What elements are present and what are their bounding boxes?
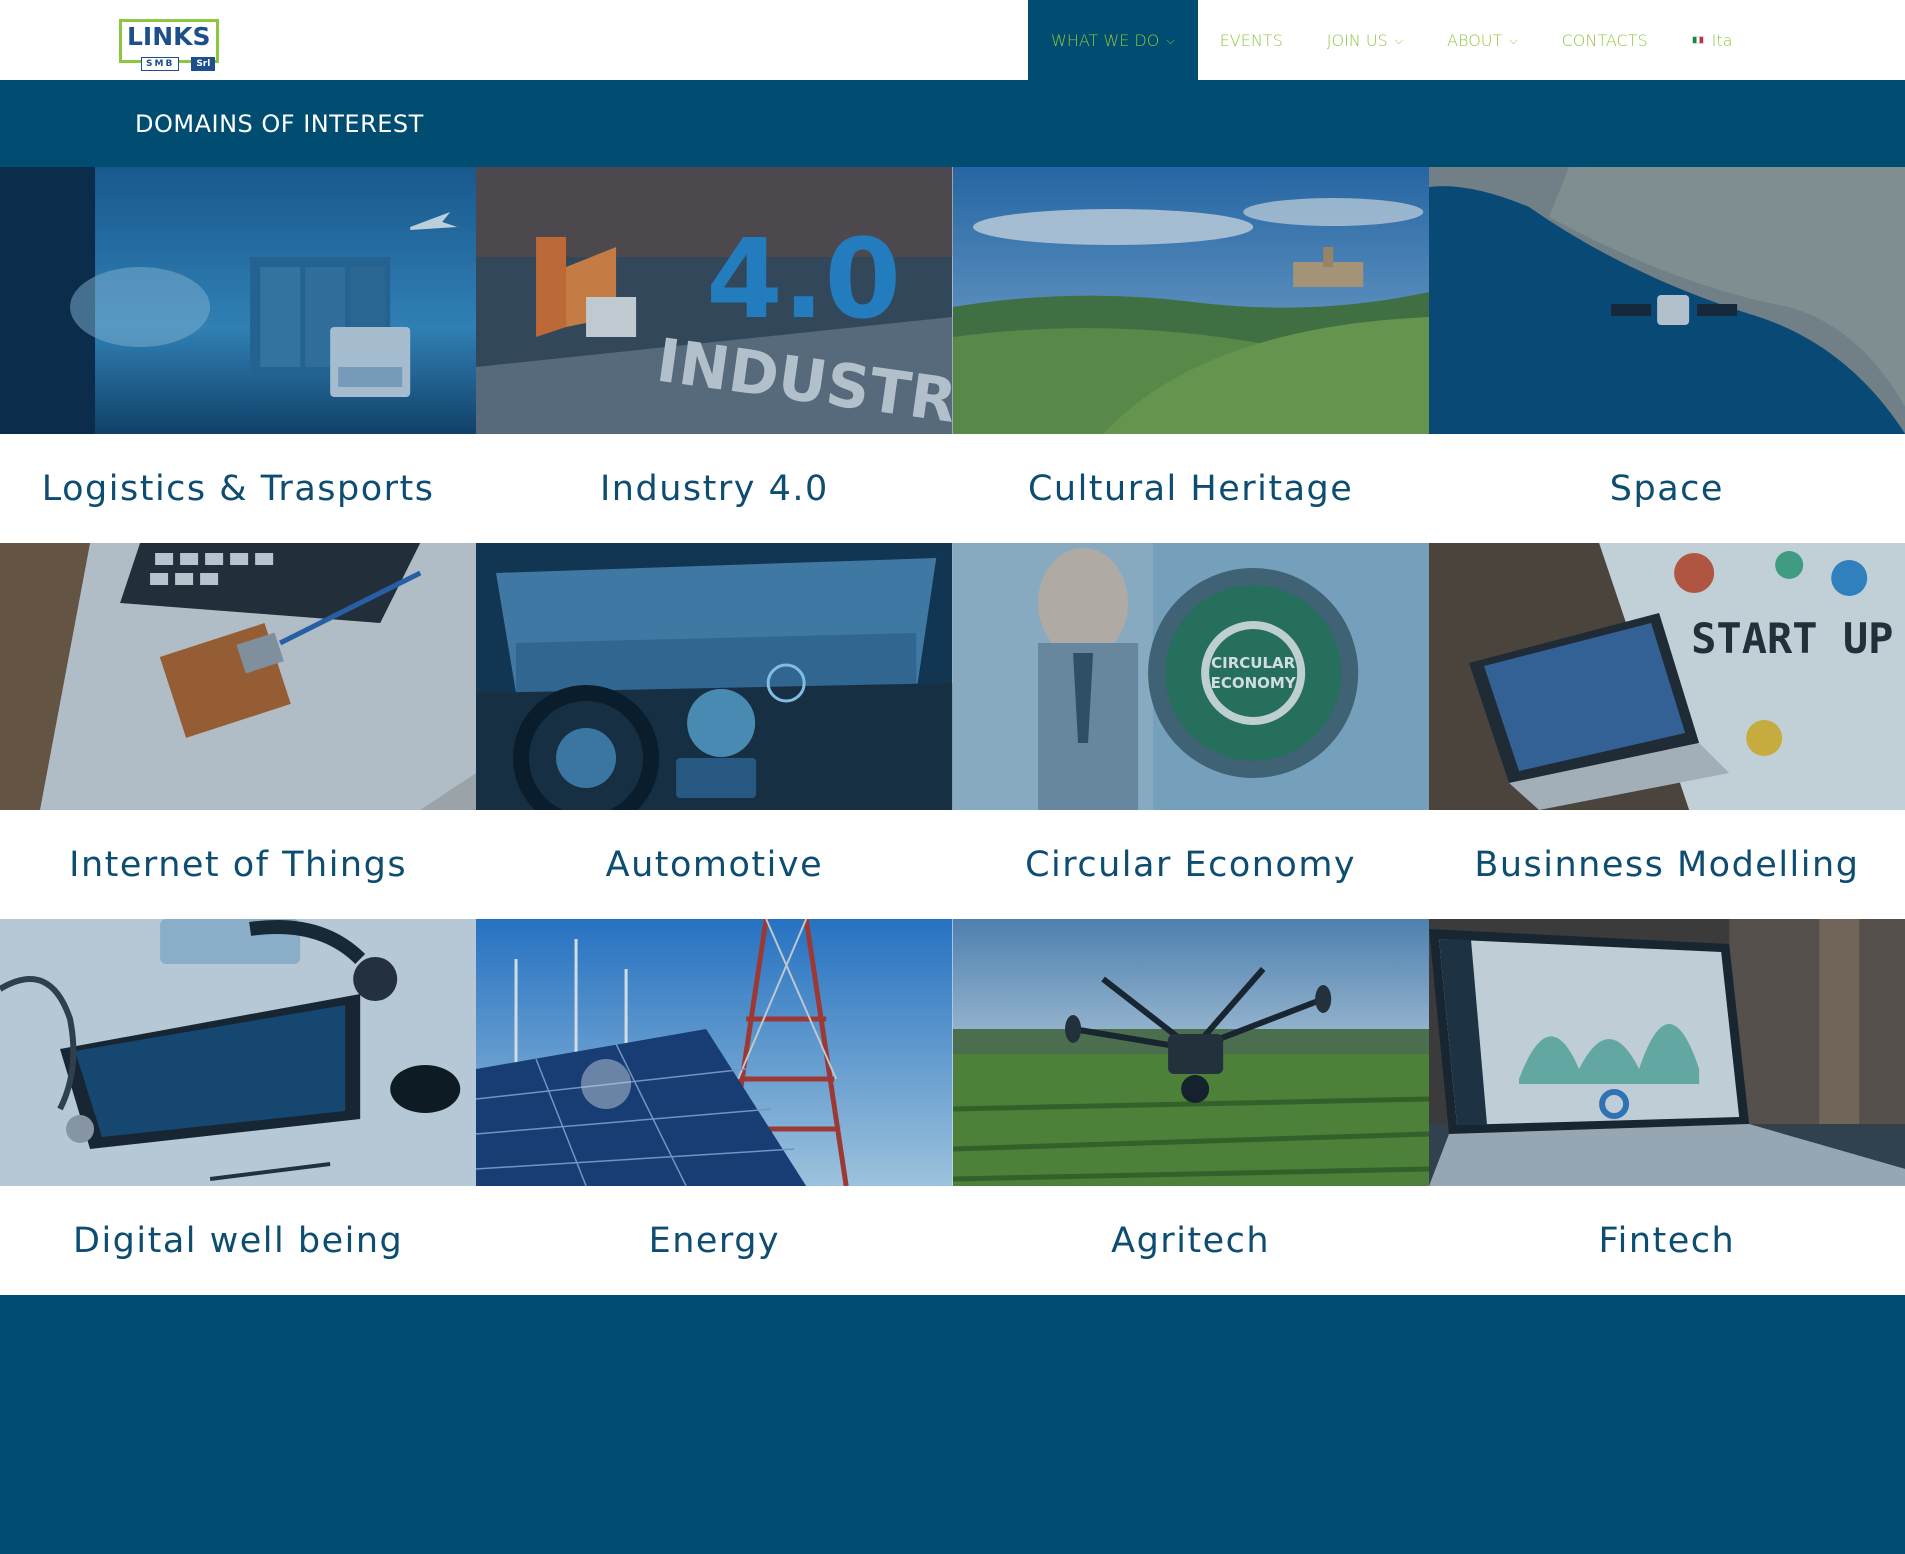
nav-item-label: JOIN US xyxy=(1326,30,1388,50)
nav-item-label: ABOUT xyxy=(1447,30,1503,50)
image-tint-overlay xyxy=(952,543,1429,810)
language-label: Ita xyxy=(1711,30,1733,50)
medical-tablet-photo xyxy=(0,919,477,1186)
startup-photo: START UP xyxy=(1428,543,1905,810)
drone-photo xyxy=(952,919,1429,1186)
domain-label: Space xyxy=(1609,468,1724,509)
vineyard-photo xyxy=(952,167,1429,434)
page-title: DOMAINS OF INTEREST xyxy=(135,110,424,138)
domain-label: Logistics & Trasports xyxy=(41,468,435,509)
logistics-photo xyxy=(0,167,477,434)
nav-item-what-we-do[interactable]: WHAT WE DO ⌵ xyxy=(1028,0,1198,80)
logo-wordmark: LINKS xyxy=(127,22,211,51)
language-switch[interactable]: Ita xyxy=(1670,0,1755,80)
domain-card-digital-well-being[interactable]: Digital well being xyxy=(0,919,477,1295)
domain-label: Digital well being xyxy=(73,1220,404,1261)
satellite-photo xyxy=(1428,167,1905,434)
nav-item-about[interactable]: ABOUT ⌵ xyxy=(1425,0,1540,80)
domain-card-space[interactable]: Space xyxy=(1428,167,1905,543)
domain-card-business-modelling[interactable]: START UP Businness Modelling xyxy=(1428,543,1905,919)
nav-item-contacts[interactable]: CONTACTS xyxy=(1540,0,1670,80)
domain-label: Internet of Things xyxy=(69,844,408,885)
image-tint-overlay xyxy=(0,167,477,434)
site-header: LINKS SMB Srl WHAT WE DO ⌵ EVENTS JOIN U… xyxy=(0,0,1905,80)
chevron-down-icon: ⌵ xyxy=(1166,34,1175,47)
car-dashboard-photo xyxy=(476,543,953,810)
domain-label: Fintech xyxy=(1598,1220,1736,1261)
domain-card-energy[interactable]: Energy xyxy=(476,919,953,1295)
domain-card-cultural-heritage[interactable]: Cultural Heritage xyxy=(952,167,1429,543)
image-tint-overlay xyxy=(1428,167,1905,434)
logo-sub-smb: SMB xyxy=(141,57,180,71)
page-title-band: DOMAINS OF INTEREST xyxy=(0,80,1905,167)
domain-card-fintech[interactable]: Fintech xyxy=(1428,919,1905,1295)
domain-card-internet-of-things[interactable]: Internet of Things xyxy=(0,543,477,919)
chevron-down-icon: ⌵ xyxy=(1509,34,1518,47)
laptop-dashboard-photo xyxy=(1428,919,1905,1186)
nav-item-events[interactable]: EVENTS xyxy=(1198,0,1305,80)
nav-item-label: CONTACTS xyxy=(1561,30,1648,50)
domain-label: Cultural Heritage xyxy=(1027,468,1354,509)
domains-grid: Logistics & Trasports 4.0 INDUSTRIE Indu… xyxy=(0,167,1905,1295)
domain-label: Industry 4.0 xyxy=(599,468,829,509)
domain-card-industry-4-0[interactable]: 4.0 INDUSTRIE Industry 4.0 xyxy=(476,167,953,543)
domain-label: Automotive xyxy=(605,844,824,885)
circuit-board-photo xyxy=(0,543,477,810)
image-tint-overlay xyxy=(476,543,953,810)
image-tint-overlay xyxy=(952,919,1429,1186)
logo-sub-srl: Srl xyxy=(191,57,216,71)
company-logo[interactable]: LINKS SMB Srl xyxy=(119,19,225,71)
domain-card-agritech[interactable]: Agritech xyxy=(952,919,1429,1295)
italian-flag-icon xyxy=(1691,36,1704,44)
nav-item-label: WHAT WE DO xyxy=(1051,30,1160,50)
nav-item-label: EVENTS xyxy=(1219,30,1283,50)
image-tint-overlay xyxy=(1428,543,1905,810)
domain-card-logistics[interactable]: Logistics & Trasports xyxy=(0,167,477,543)
image-tint-overlay xyxy=(952,167,1429,434)
nav-item-join-us[interactable]: JOIN US ⌵ xyxy=(1305,0,1425,80)
logo-subtitle: SMB Srl xyxy=(141,57,216,71)
image-tint-overlay xyxy=(476,919,953,1186)
image-tint-overlay xyxy=(476,167,953,434)
domain-label: Circular Economy xyxy=(1025,844,1357,885)
circular-economy-photo: CIRCULAR ECONOMY xyxy=(952,543,1429,810)
domain-label: Businness Modelling xyxy=(1474,844,1860,885)
domain-label: Energy xyxy=(648,1220,781,1261)
image-tint-overlay xyxy=(0,919,477,1186)
main-nav: WHAT WE DO ⌵ EVENTS JOIN US ⌵ ABOUT ⌵ CO… xyxy=(1028,0,1754,80)
footer-band xyxy=(0,1295,1905,1554)
image-tint-overlay xyxy=(0,543,477,810)
domain-label: Agritech xyxy=(1111,1220,1271,1261)
domain-card-circular-economy[interactable]: CIRCULAR ECONOMY Circular Economy xyxy=(952,543,1429,919)
industry-photo: 4.0 INDUSTRIE xyxy=(476,167,953,434)
chevron-down-icon: ⌵ xyxy=(1394,34,1404,47)
energy-photo xyxy=(476,919,953,1186)
image-tint-overlay xyxy=(1428,919,1905,1186)
domain-card-automotive[interactable]: Automotive xyxy=(476,543,953,919)
